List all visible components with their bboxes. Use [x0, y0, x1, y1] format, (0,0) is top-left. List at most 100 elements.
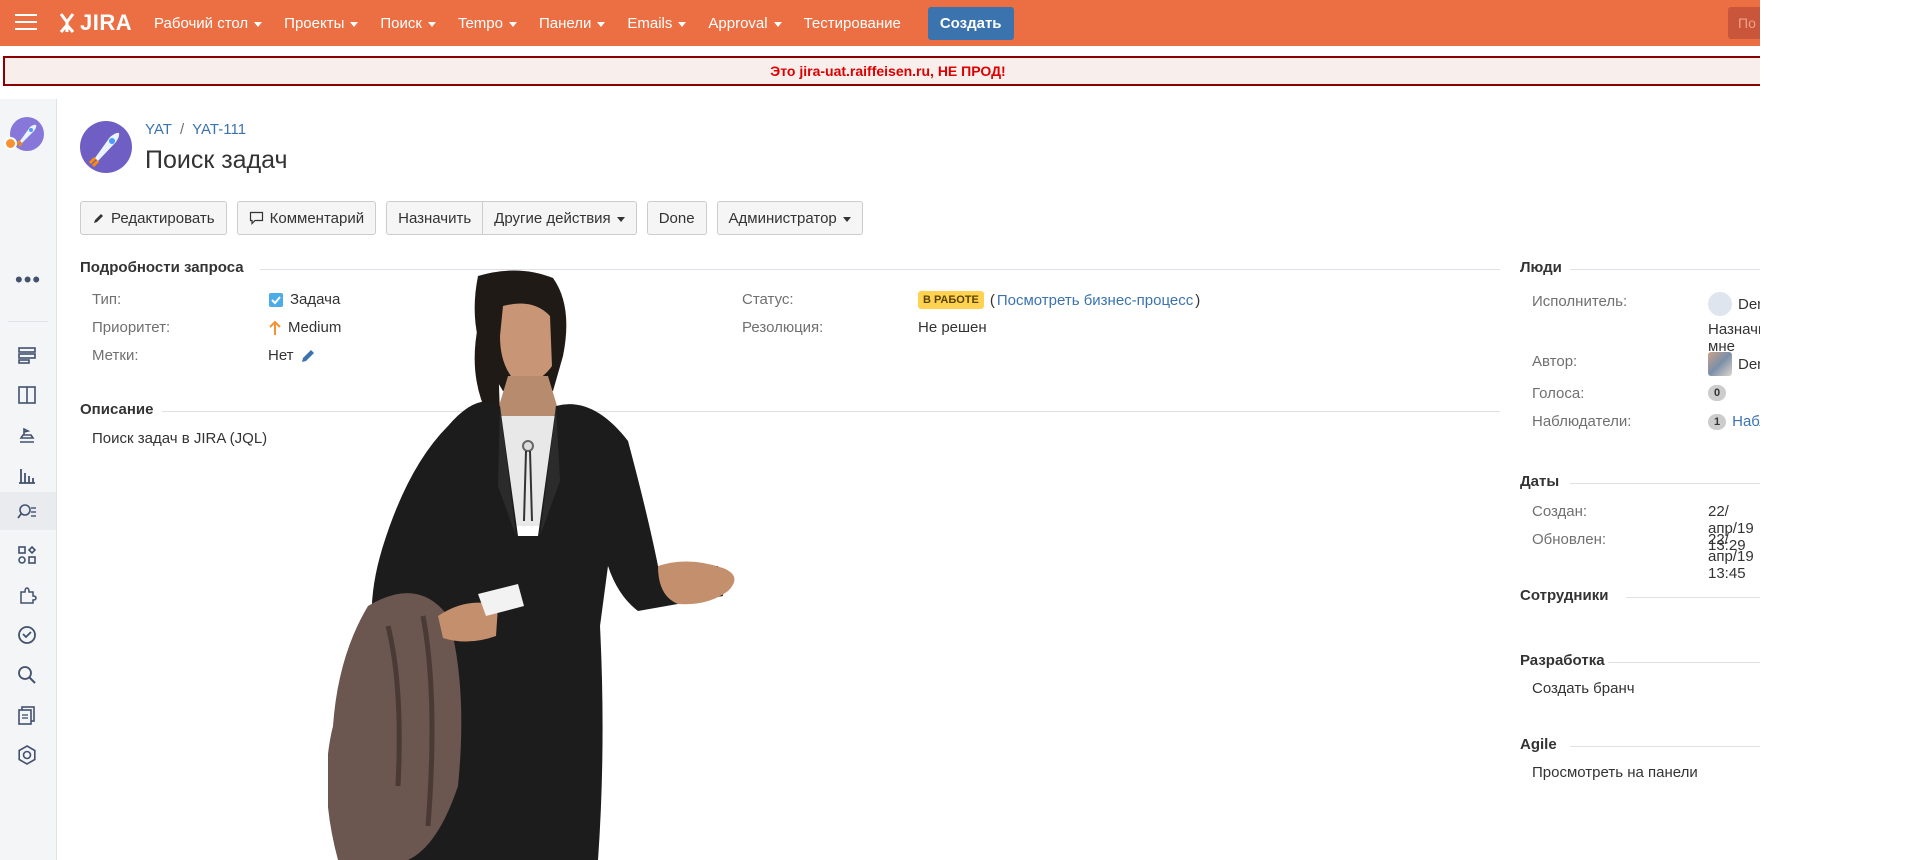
dates-header-label: Даты	[1520, 473, 1560, 490]
votes-count-badge: 0	[1708, 385, 1727, 401]
reporter-value: Demo_User_1	[1708, 352, 1760, 376]
status-value: В РАБОТЕ (Посмотреть бизнес-процесс)	[918, 291, 1200, 309]
menu-projects[interactable]: Проекты	[273, 15, 369, 32]
labels-text: Нет	[268, 347, 294, 364]
jira-logo[interactable]: JIRA	[58, 10, 132, 36]
more-actions-button[interactable]: Другие действия	[483, 201, 637, 235]
sidebar-divider	[8, 321, 48, 322]
labels-label: Метки:	[92, 347, 139, 364]
issue-toolbar: Редактировать Комментарий Назначить Друг…	[80, 201, 873, 237]
assignee-name[interactable]: Demo_User_2	[1738, 296, 1760, 313]
menu-label: Emails	[627, 14, 673, 32]
menu-search[interactable]: Поиск	[369, 15, 447, 32]
menu-approval[interactable]: Approval	[697, 15, 792, 32]
comment-icon	[249, 211, 263, 225]
menu-label: Рабочий стол	[154, 14, 249, 32]
breadcrumb-issue-link[interactable]: YAT-111	[192, 121, 246, 138]
priority-up-arrow-icon	[269, 320, 281, 335]
done-transition-button[interactable]: Done	[646, 201, 707, 235]
agile-divider	[1570, 746, 1760, 747]
pages-icon[interactable]	[14, 702, 40, 728]
more-actions-label: Другие действия	[494, 209, 611, 227]
status-lozenge: В РАБОТЕ	[918, 291, 984, 309]
comment-button[interactable]: Комментарий	[236, 201, 377, 235]
menu-boards[interactable]: Панели	[528, 15, 616, 32]
reporter-name[interactable]: Demo_User_1	[1738, 356, 1760, 373]
actions-button-group: Назначить Другие действия	[386, 201, 637, 237]
breadcrumb-separator: /	[179, 121, 185, 138]
components-icon[interactable]	[14, 542, 40, 568]
employees-divider	[1626, 597, 1760, 598]
project-sidebar: •••	[0, 99, 57, 860]
assignee-avatar	[1708, 292, 1732, 316]
releases-icon[interactable]	[14, 422, 40, 448]
development-divider	[1608, 662, 1760, 663]
employees-section-header[interactable]: Сотрудники	[1520, 587, 1608, 604]
settings-icon[interactable]	[14, 742, 40, 768]
tempo-icon[interactable]	[14, 622, 40, 648]
assign-button[interactable]: Назначить	[386, 201, 484, 235]
jira-issue-page: JIRA Рабочий стол Проекты Поиск Tempo Па…	[0, 0, 1760, 860]
created-label: Создан:	[1532, 503, 1588, 520]
watchers-value: 1 Наблюдать	[1708, 413, 1760, 430]
labels-value[interactable]: Нет	[268, 347, 316, 364]
people-header-label: Люди	[1520, 259, 1562, 276]
addons-icon[interactable]	[14, 582, 40, 608]
top-navigation-bar: JIRA Рабочий стол Проекты Поиск Tempo Па…	[0, 0, 1760, 46]
view-on-board-link[interactable]: Просмотреть на панели	[1532, 764, 1698, 781]
description-text[interactable]: Поиск задач в JIRA (JQL)	[92, 430, 267, 447]
backlog-icon[interactable]	[14, 342, 40, 368]
chevron-down-icon	[254, 21, 263, 27]
watchers-count-badge[interactable]: 1	[1708, 413, 1727, 430]
votes-value[interactable]: 0	[1708, 385, 1727, 401]
assign-to-me-link[interactable]: Назначить мне	[1708, 321, 1760, 355]
menu-testing[interactable]: Тестирование	[793, 15, 912, 32]
admin-button[interactable]: Администратор	[716, 201, 863, 235]
dates-section-header[interactable]: Даты	[1520, 473, 1559, 490]
edit-pencil-icon[interactable]	[300, 348, 316, 364]
admin-label: Администратор	[728, 209, 837, 227]
menu-icon[interactable]	[15, 14, 37, 32]
menu-label: Панели	[538, 14, 592, 32]
assignee-label: Исполнитель:	[1532, 293, 1628, 310]
watch-link[interactable]: Наблюдать	[1732, 413, 1760, 430]
logo-text: JIRA	[80, 10, 133, 35]
breadcrumb-project-link[interactable]: YAT	[145, 121, 172, 138]
edit-label: Редактировать	[111, 209, 215, 227]
search-icon[interactable]	[14, 662, 40, 688]
votes-label: Голоса:	[1532, 385, 1585, 402]
chevron-down-icon	[678, 21, 687, 27]
environment-warning-banner: Это jira-uat.raiffeisen.ru, НЕ ПРОД!	[3, 56, 1760, 86]
priority-label: Приоритет:	[92, 319, 171, 336]
agile-section-header[interactable]: Agile	[1520, 736, 1557, 753]
description-section-header[interactable]: Описание	[80, 401, 153, 418]
task-type-icon	[269, 292, 283, 307]
create-issue-button[interactable]: Создать	[927, 6, 1014, 40]
menu-emails[interactable]: Emails	[616, 15, 697, 32]
type-label: Тип:	[92, 291, 122, 308]
board-icon[interactable]	[14, 382, 40, 408]
menu-tempo[interactable]: Tempo	[447, 15, 528, 32]
view-workflow-link[interactable]: Посмотреть бизнес-процесс	[997, 292, 1193, 309]
menu-dashboard[interactable]: Рабочий стол	[143, 15, 273, 32]
chevron-down-icon	[597, 21, 606, 27]
description-header-label: Описание	[80, 401, 154, 418]
edit-button[interactable]: Редактировать	[80, 201, 227, 235]
issues-search-icon[interactable]	[14, 499, 40, 525]
rocket-icon	[88, 132, 120, 168]
chevron-down-icon	[842, 216, 851, 222]
assignee-value: Demo_User_2	[1708, 292, 1760, 316]
menu-label: Поиск	[380, 14, 422, 32]
create-branch-link[interactable]: Создать бранч	[1532, 680, 1635, 697]
quick-search-input[interactable]: По	[1728, 7, 1760, 39]
menu-label: Тестирование	[803, 14, 901, 32]
employees-header-label: Сотрудники	[1520, 587, 1609, 604]
issue-title[interactable]: Поиск задач	[145, 146, 288, 175]
project-status-badge	[4, 137, 17, 150]
people-section-header[interactable]: Люди	[1520, 259, 1562, 276]
details-section-header[interactable]: Подробности запроса	[80, 259, 244, 276]
chevron-down-icon	[616, 216, 625, 222]
development-section-header[interactable]: Разработка	[1520, 652, 1605, 669]
more-icon[interactable]: •••	[15, 269, 41, 291]
reports-icon[interactable]	[14, 462, 40, 488]
